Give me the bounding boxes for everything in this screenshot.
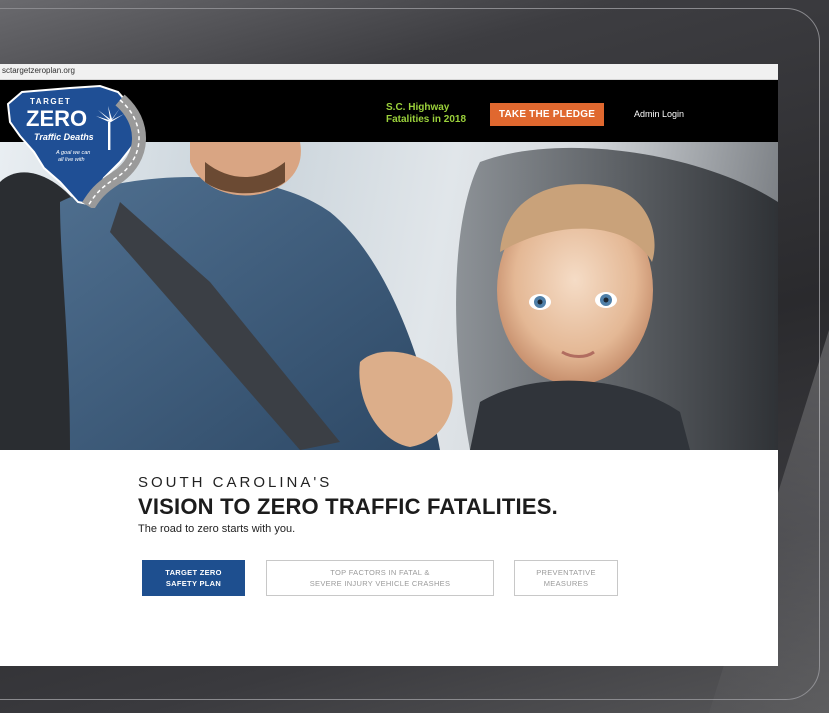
button-line-2: SEVERE INJURY VEHICLE CRASHES <box>309 579 451 588</box>
tablet-device: sctargetzeroplan.org S.C. Highway Fatali… <box>0 0 829 713</box>
admin-login-link[interactable]: Admin Login <box>634 109 684 119</box>
logo-main-text: ZERO <box>26 106 87 131</box>
button-line-1: TARGET ZERO <box>165 568 222 577</box>
safety-plan-button[interactable]: TARGET ZERO SAFETY PLAN <box>142 560 245 596</box>
stat-line-1: S.C. Highway <box>386 102 450 113</box>
stat-line-2: Fatalities in 2018 <box>386 114 467 125</box>
browser-screen: sctargetzeroplan.org S.C. Highway Fatali… <box>0 64 778 666</box>
button-line-2: MEASURES <box>543 579 589 588</box>
section-eyebrow: SOUTH CAROLINA'S <box>138 474 333 491</box>
button-line-2: SAFETY PLAN <box>165 579 222 588</box>
fatalities-stat-link[interactable]: S.C. Highway Fatalities in 2018 <box>386 102 486 126</box>
preventative-measures-button[interactable]: PREVENTATIVE MEASURES <box>514 560 618 596</box>
hero-text-section: SOUTH CAROLINA'S VISION TO ZERO TRAFFIC … <box>0 450 778 666</box>
logo-tagline-2: all live with <box>58 157 85 163</box>
button-line-1: TOP FACTORS IN FATAL & <box>330 568 430 577</box>
logo-top-text: TARGET <box>30 97 71 106</box>
logo-tagline-1: A goal we can <box>55 150 90 156</box>
logo-sub-text: Traffic Deaths <box>34 132 94 142</box>
button-line-1: PREVENTATIVE <box>536 568 596 577</box>
page-headline: VISION TO ZERO TRAFFIC FATALITIES. <box>138 494 558 519</box>
url-text: sctargetzeroplan.org <box>2 66 75 75</box>
address-bar[interactable]: sctargetzeroplan.org <box>0 64 778 80</box>
take-the-pledge-button[interactable]: TAKE THE PLEDGE <box>490 103 604 126</box>
page-subtitle: The road to zero starts with you. <box>138 523 296 535</box>
target-zero-logo[interactable]: TARGET ZERO Traffic Deaths A goal we can… <box>0 82 150 208</box>
top-factors-button[interactable]: TOP FACTORS IN FATAL & SEVERE INJURY VEH… <box>266 560 494 596</box>
